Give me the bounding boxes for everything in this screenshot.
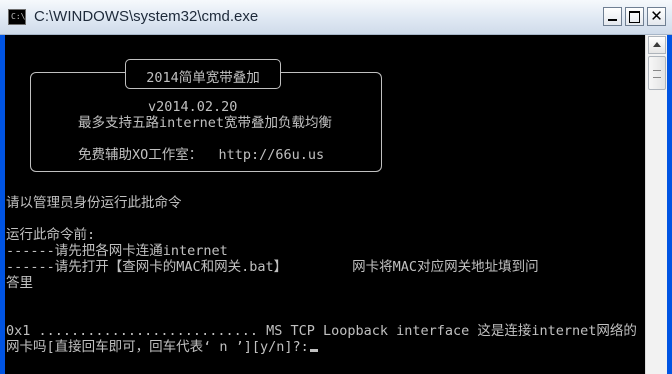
interface-line: 0x1 ........................... MS TCP L… xyxy=(6,323,637,339)
cmd-app-icon[interactable]: C:\ xyxy=(8,9,26,25)
banner-title-frame: 2014简单宽带叠加 xyxy=(125,59,281,89)
cmd-window: C:\ C:\WINDOWS\system32\cmd.exe ✕ 2014简单… xyxy=(0,0,672,374)
text-cursor xyxy=(309,349,318,352)
prompt-line[interactable]: 网卡吗[直接回车即可，回车代表‘ n ’][y/n]?: xyxy=(6,339,318,355)
credits-text: 免费辅助XO工作室： http://66u.us xyxy=(78,147,325,163)
window-title: C:\WINDOWS\system32\cmd.exe xyxy=(34,8,259,25)
console-output[interactable]: 2014简单宽带叠加 v2014.02.20 最多支持五路internet宽带叠… xyxy=(5,35,645,374)
pre-run-header: 运行此命令前: xyxy=(6,227,96,243)
maximize-button[interactable] xyxy=(625,7,644,26)
description-text: 最多支持五路internet宽带叠加负载均衡 xyxy=(78,115,333,131)
prompt-text: 网卡吗[直接回车即可，回车代表‘ n ’][y/n]?: xyxy=(6,339,309,355)
step-1-text: ------请先把各网卡连通internet xyxy=(6,243,228,259)
step-2-text: ------请先打开【查网卡的MAC和网关.bat】 网卡将MAC对应网关地址填… xyxy=(6,259,539,275)
scroll-up-arrow-icon[interactable] xyxy=(648,36,666,54)
title-bar[interactable]: C:\ C:\WINDOWS\system32\cmd.exe ✕ xyxy=(0,0,672,35)
close-icon: ✕ xyxy=(650,7,663,25)
minimize-button[interactable] xyxy=(603,7,622,26)
step-2-wrap-text: 答里 xyxy=(6,275,33,291)
vertical-scrollbar[interactable] xyxy=(645,35,667,374)
close-button[interactable]: ✕ xyxy=(647,7,666,26)
banner-title: 2014简单宽带叠加 xyxy=(146,70,260,86)
scroll-thumb[interactable] xyxy=(648,56,666,90)
admin-notice: 请以管理员身份运行此批命令 xyxy=(6,195,182,211)
version-text: v2014.02.20 xyxy=(148,99,238,115)
